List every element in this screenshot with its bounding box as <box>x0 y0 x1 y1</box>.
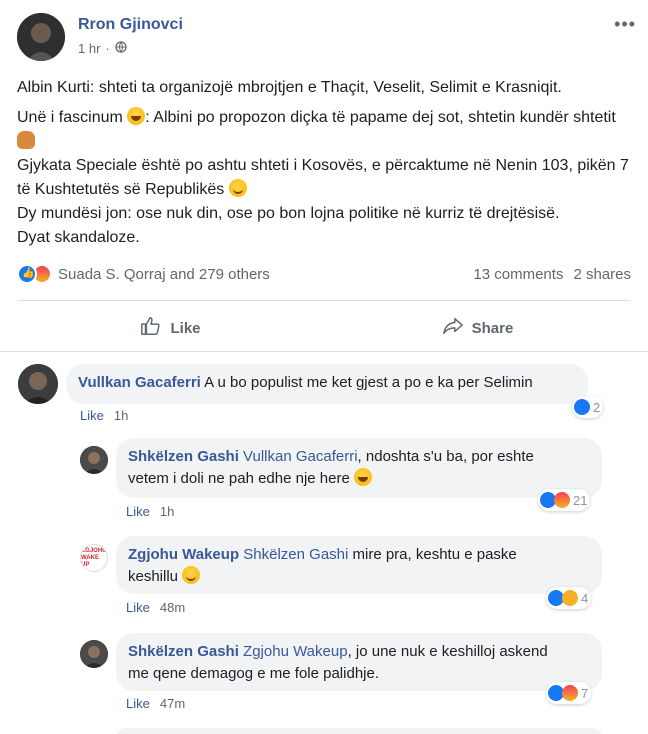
mention-link[interactable]: Shkëlzen Gashi <box>243 546 348 563</box>
share-button[interactable]: Share <box>324 306 631 350</box>
comment-time[interactable]: 1h <box>160 504 174 519</box>
angry-reaction-icon <box>554 492 570 508</box>
comment-bubble: Zgjohu Wakeup Shkëlzen Gashi mire pra, k… <box>116 536 602 594</box>
share-label: Share <box>471 319 514 337</box>
author-name[interactable]: Rron Gjinovci <box>78 16 183 34</box>
commenter-name[interactable]: Zgjohu Wakeup <box>128 546 239 563</box>
comment-bubble: Vullkan Gacaferri A u bo populist me ket… <box>66 364 588 404</box>
comment-like-link[interactable]: Like <box>126 696 150 711</box>
reaction-count: 2 <box>593 399 601 415</box>
reaction-count: 7 <box>581 685 589 701</box>
reactions-summary: Suada S. Qorraj and 279 others 13 commen… <box>17 262 631 286</box>
reaction-icons[interactable] <box>17 264 52 284</box>
comment-meta: Like 1h <box>80 408 128 423</box>
angry-reaction-icon <box>562 685 578 701</box>
comment-meta: Like 1h <box>126 504 174 519</box>
mention-link[interactable]: Zgjohu Wakeup <box>243 643 348 660</box>
like-reaction-icon <box>17 264 37 284</box>
divider <box>17 300 631 301</box>
more-options-icon[interactable]: ••• <box>614 14 636 35</box>
post-line: Gjykata Speciale është po ashtu shteti i… <box>17 157 629 198</box>
comment-reactions[interactable]: 4 <box>546 587 592 609</box>
commenter-avatar[interactable] <box>80 446 108 474</box>
smile-emoji-icon <box>228 179 247 197</box>
facebook-post: Rron Gjinovci 1 hr · ••• Albin Kurti: sh… <box>0 0 648 734</box>
comment-bubble: Shkëlzen Gashi Vullkan Gacaferri, ndosht… <box>116 438 602 498</box>
like-reaction-icon <box>574 399 590 415</box>
reactions-text[interactable]: Suada S. Qorraj and 279 others <box>58 266 270 283</box>
comments-count[interactable]: 13 comments <box>473 266 563 283</box>
comment-reactions[interactable]: 7 <box>546 682 592 704</box>
globe-icon <box>115 41 127 56</box>
comment-time[interactable]: 1h <box>114 408 128 423</box>
post-line: Unë i fascinum : Albini po propozon diçk… <box>17 106 637 154</box>
thumbs-up-icon <box>140 315 162 341</box>
grinning-emoji-icon <box>127 107 146 125</box>
divider <box>0 351 648 352</box>
comment-time[interactable]: 47m <box>160 696 185 711</box>
page-logo[interactable]: ZGJOHU WAKE UP <box>80 544 108 572</box>
comment-meta: Like 47m <box>126 696 185 711</box>
post-line: Dy mundësi jon: ose nuk din, ose po bon … <box>17 205 560 222</box>
comment-like-link[interactable]: Like <box>80 408 104 423</box>
comment-bubble-partial <box>116 728 602 734</box>
comment-time[interactable]: 48m <box>160 600 185 615</box>
post-line: Albin Kurti: shteti ta organizojë mbrojt… <box>17 79 562 96</box>
post-line: Dyat skandaloze. <box>17 229 140 246</box>
comment-like-link[interactable]: Like <box>126 504 150 519</box>
share-arrow-icon <box>442 315 464 341</box>
comment-reactions[interactable]: 2 <box>572 396 604 418</box>
like-label: Like <box>170 319 201 337</box>
mention-link[interactable]: Vullkan Gacaferri <box>243 448 358 465</box>
post-body: Albin Kurti: shteti ta organizojë mbrojt… <box>17 76 637 250</box>
grinning-emoji-icon <box>354 468 372 486</box>
comment-like-link[interactable]: Like <box>126 600 150 615</box>
wink-emoji-icon <box>182 566 201 584</box>
post-time[interactable]: 1 hr <box>78 41 100 56</box>
post-actions: Like Share <box>17 306 631 350</box>
facepalm-emoji-icon <box>17 131 35 149</box>
comment-bubble: Shkëlzen Gashi Zgjohu Wakeup, jo une nuk… <box>116 633 602 691</box>
comment-reactions[interactable]: 21 <box>538 489 591 511</box>
commenter-name[interactable]: Vullkan Gacaferri <box>78 374 201 391</box>
post-meta: 1 hr · <box>78 41 127 56</box>
reaction-count: 21 <box>573 492 588 508</box>
commenter-avatar[interactable] <box>18 364 58 404</box>
commenter-name[interactable]: Shkëlzen Gashi <box>128 448 239 465</box>
like-button[interactable]: Like <box>17 306 324 350</box>
comment-text: A u bo populist me ket gjest a po e ka p… <box>200 374 533 391</box>
author-avatar[interactable] <box>17 13 65 61</box>
reaction-count: 4 <box>581 590 589 606</box>
commenter-avatar[interactable] <box>80 640 108 668</box>
haha-reaction-icon <box>562 590 578 606</box>
commenter-name[interactable]: Shkëlzen Gashi <box>128 643 239 660</box>
shares-count[interactable]: 2 shares <box>573 266 631 283</box>
comment-meta: Like 48m <box>126 600 185 615</box>
